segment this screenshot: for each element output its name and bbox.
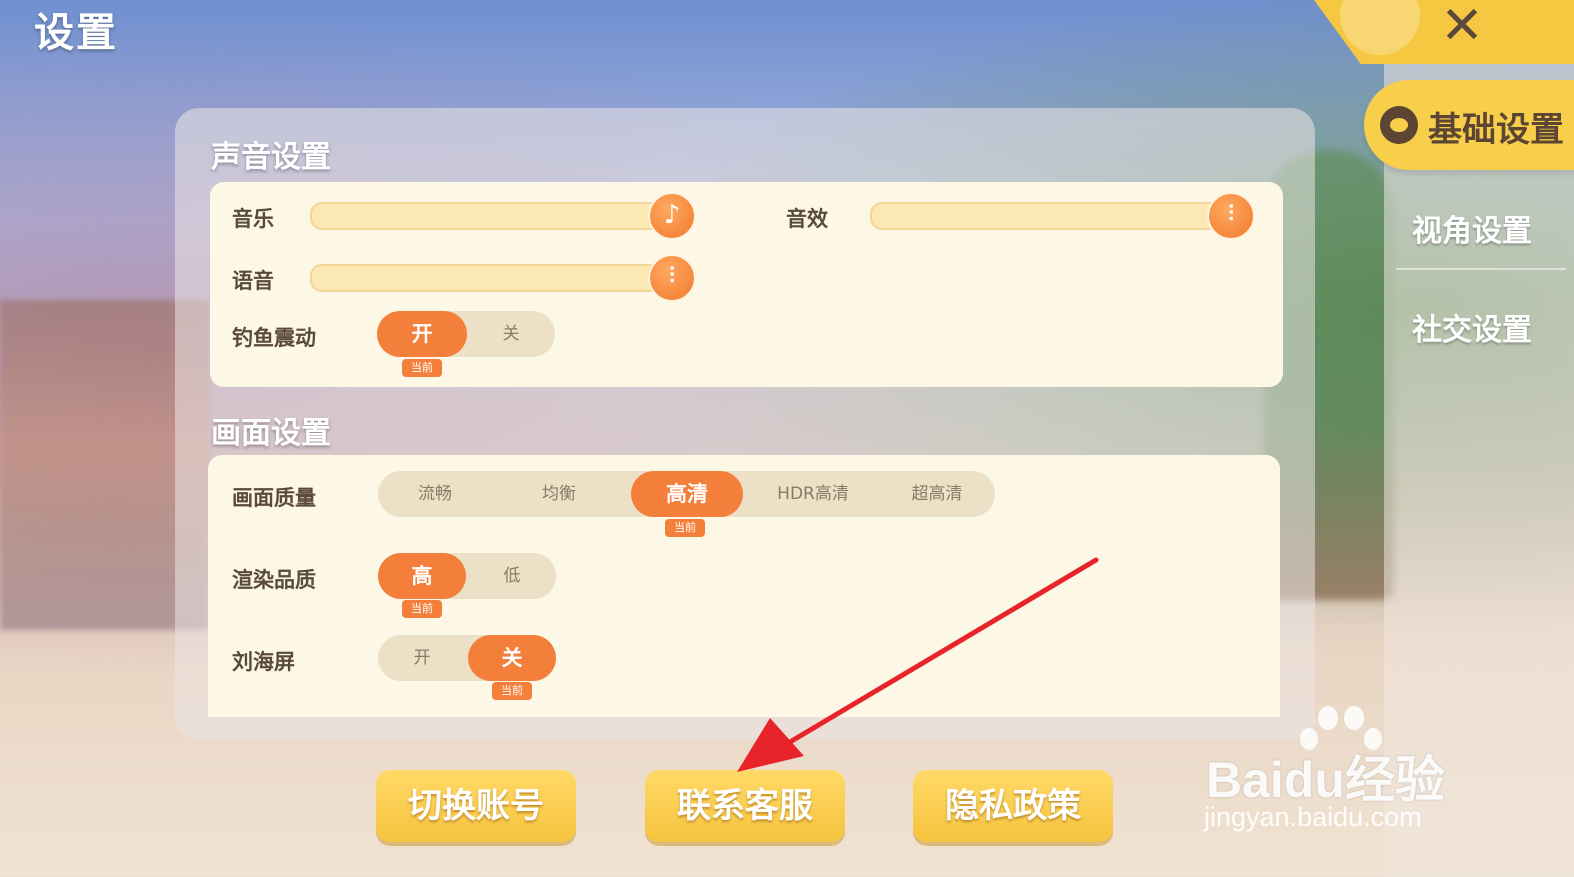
watermark-logo: Baidu经验 jingyan.baidu.com [1200, 700, 1500, 850]
watermark-url: jingyan.baidu.com [1204, 802, 1422, 832]
